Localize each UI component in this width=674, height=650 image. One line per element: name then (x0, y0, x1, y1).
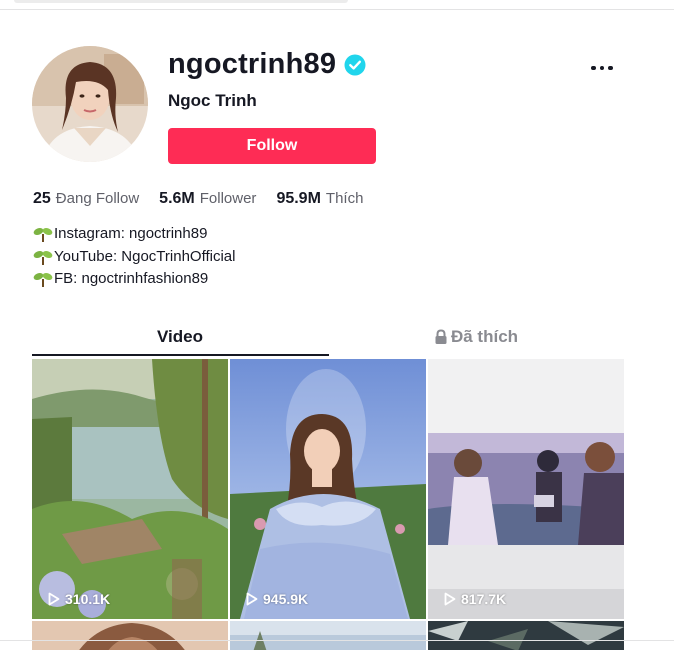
tab-videos-label: Video (157, 327, 203, 346)
browser-top-strip (0, 0, 674, 10)
video-item[interactable] (428, 621, 624, 650)
video-grid: 310.1K 945.9K 817.7K (32, 359, 624, 650)
page-bottom-divider (0, 640, 674, 641)
video-item[interactable] (32, 621, 228, 650)
video-item[interactable]: 945.9K (230, 359, 426, 619)
followers-stat[interactable]: 5.6M Follower (159, 190, 256, 208)
bio-text: FB: ngoctrinhfashion89 (54, 270, 209, 287)
nickname: Ngoc Trinh (168, 91, 257, 110)
video-item[interactable]: 817.7K (428, 359, 624, 619)
bio-line: FB: ngoctrinhfashion89 (33, 268, 236, 291)
play-icon (48, 592, 60, 606)
video-views-count: 310.1K (65, 591, 111, 607)
username: ngoctrinh89 (168, 48, 337, 80)
likes-label: Thích (325, 190, 364, 207)
profile-tabs: Video Đã thích (32, 318, 624, 358)
video-views-count: 817.7K (461, 591, 507, 607)
active-tab-indicator (32, 354, 329, 356)
bio-text: Instagram: ngoctrinh89 (54, 225, 208, 242)
follow-button[interactable]: Follow (168, 128, 376, 164)
bio-text: YouTube: NgocTrinhOfficial (54, 247, 236, 265)
more-dot (599, 65, 605, 71)
followers-count: 5.6M (159, 190, 195, 207)
profile-stats: 25 Đang Follow 5.6M Follower 95.9M Thích (33, 190, 383, 208)
more-dot (608, 65, 613, 71)
tab-liked[interactable]: Đã thích (328, 318, 624, 356)
video-item[interactable] (230, 621, 426, 650)
sprout-icon (33, 228, 53, 243)
followers-label: Follower (199, 190, 257, 207)
likes-count: 95.9M (276, 190, 321, 207)
video-views-count: 945.9K (263, 591, 309, 607)
sprout-icon (33, 250, 53, 265)
username-row: ngoctrinh89 (168, 48, 366, 81)
tab-liked-label: Đã thích (450, 327, 519, 346)
video-views: 945.9K (246, 591, 308, 607)
sprout-icon (33, 273, 53, 288)
verified-check-icon (344, 54, 366, 75)
play-icon (246, 592, 258, 606)
lock-icon (435, 329, 447, 344)
play-icon (444, 592, 456, 606)
following-stat[interactable]: 25 Đang Follow (33, 190, 139, 208)
video-views: 817.7K (444, 591, 506, 607)
top-scroll-bar (14, 0, 348, 3)
likes-stat: 95.9M Thích (276, 190, 363, 208)
following-label: Đang Follow (55, 190, 140, 207)
bio-line: Instagram: ngoctrinh89 (33, 223, 236, 246)
following-count: 25 (33, 190, 51, 207)
video-item[interactable]: 310.1K (32, 359, 228, 619)
video-views: 310.1K (48, 591, 110, 607)
tab-videos[interactable]: Video (32, 318, 328, 356)
profile-avatar[interactable] (32, 46, 148, 162)
more-options-icon[interactable] (588, 58, 616, 78)
more-dot (591, 65, 596, 71)
bio-line: YouTube: NgocTrinhOfficial (33, 246, 236, 269)
profile-bio: Instagram: ngoctrinh89 YouTube: NgocTrin… (33, 223, 236, 291)
